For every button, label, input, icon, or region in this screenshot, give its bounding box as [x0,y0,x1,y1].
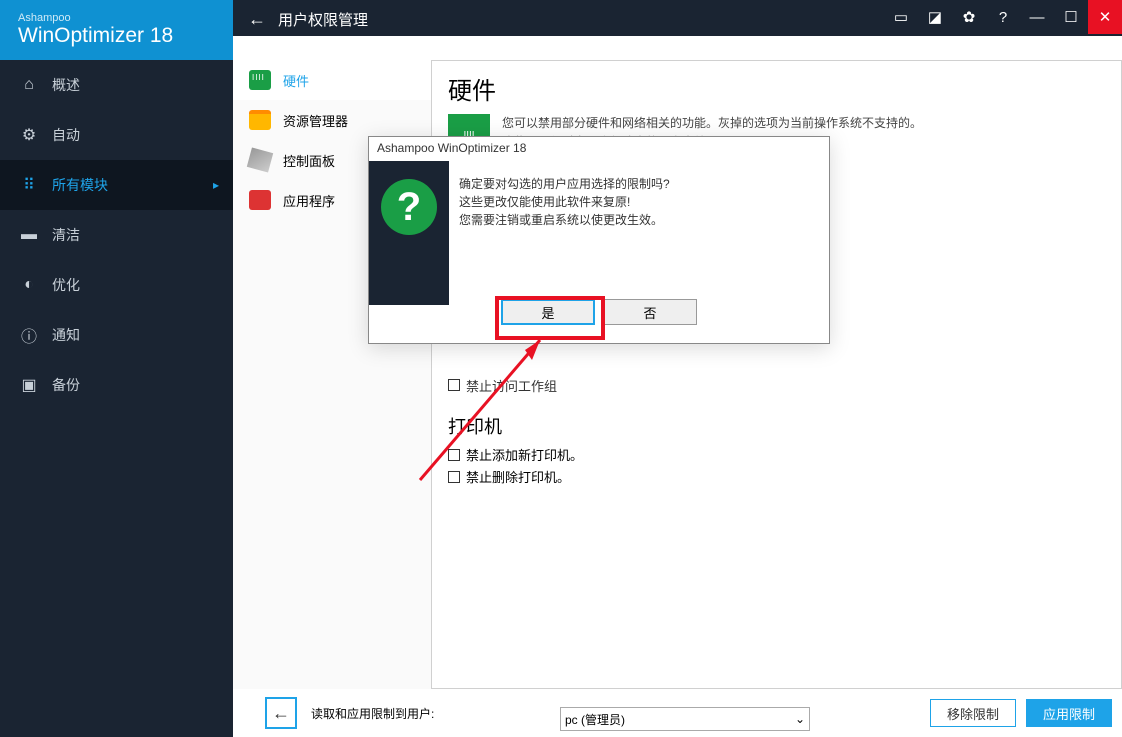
maximize-icon[interactable]: ☐ [1054,0,1088,34]
sidebar-item-optimize[interactable]: ◐ 优化 [0,260,233,310]
brand-area: Ashampoo WinOptimizer 18 [0,0,233,60]
subnav-item-label: 硬件 [283,71,309,90]
checkbox[interactable] [448,449,460,461]
checkbox[interactable] [448,471,460,483]
confirm-dialog: Ashampoo WinOptimizer 18 ? 确定要对勾选的用户应用选择… [368,136,830,344]
sidebar-item-label: 概述 [52,75,80,95]
sidebar-item-all-modules[interactable]: ⠿ 所有模块 [0,160,233,210]
help-icon[interactable]: ? [986,0,1020,34]
back-button[interactable]: ← [265,697,297,729]
gauge-icon: ◐ [20,276,38,294]
info-icon: ⓘ [20,326,38,344]
close-icon[interactable]: ✕ [1088,0,1122,34]
dialog-title: Ashampoo WinOptimizer 18 [369,137,829,161]
user-select[interactable]: pc (管理员) ⌄ [560,707,810,731]
sidebar: ⌂ 概述 ⚙ 自动 ⠿ 所有模块 ▬ 清洁 ◐ 优化 ⓘ 通知 ▣ 备份 [0,60,233,737]
subnav-item-label: 资源管理器 [283,111,348,130]
back-arrow-icon[interactable]: ← [248,9,266,30]
explorer-icon [249,110,271,130]
checkbox[interactable] [448,379,460,391]
home-icon: ⌂ [20,76,38,94]
question-icon: ? [381,179,437,235]
clean-icon: ▬ [20,226,38,244]
apply-limit-button[interactable]: 应用限制 [1026,699,1112,727]
note-icon[interactable]: ◪ [918,0,952,34]
sidebar-item-auto[interactable]: ⚙ 自动 [0,110,233,160]
dialog-no-button[interactable]: 否 [603,299,697,325]
auto-icon: ⚙ [20,126,38,144]
sidebar-item-label: 自动 [52,125,80,145]
apps-icon [249,190,271,210]
hardware-icon [249,70,271,90]
subnav-item-hardware[interactable]: 硬件 [233,60,431,100]
sidebar-item-notify[interactable]: ⓘ 通知 [0,310,233,360]
feedback-icon[interactable]: ▭ [884,0,918,34]
subnav-item-label: 控制面板 [283,151,335,170]
user-select-value: pc (管理员) [565,711,625,728]
subnav-item-explorer[interactable]: 资源管理器 [233,100,431,140]
option-workgroup: 禁止访问工作组 [466,376,557,395]
printer-heading: 打印机 [448,413,1101,439]
chevron-down-icon: ⌄ [795,712,805,726]
subnav-item-label: 应用程序 [283,191,335,210]
page-title: 用户权限管理 [278,9,368,30]
option-add-printer: 禁止添加新打印机。 [466,445,583,464]
control-panel-icon [247,147,273,172]
sidebar-item-clean[interactable]: ▬ 清洁 [0,210,233,260]
sidebar-item-overview[interactable]: ⌂ 概述 [0,60,233,110]
sidebar-item-label: 通知 [52,325,80,345]
sidebar-item-label: 备份 [52,375,80,395]
sidebar-item-label: 清洁 [52,225,80,245]
sidebar-item-label: 所有模块 [52,175,108,195]
dialog-text: 确定要对勾选的用户应用选择的限制吗? 这些更改仅能使用此软件来复原! 您需要注销… [449,161,680,305]
remove-limit-button[interactable]: 移除限制 [930,699,1016,727]
dialog-icon-area: ? [369,161,449,305]
modules-icon: ⠿ [20,176,38,194]
sidebar-item-backup[interactable]: ▣ 备份 [0,360,233,410]
user-label: 读取和应用限制到用户: [311,705,434,722]
content-heading: 硬件 [448,71,1101,106]
brand-small: Ashampoo [18,12,233,24]
dialog-yes-button[interactable]: 是 [501,299,595,325]
minimize-icon[interactable]: — [1020,0,1054,34]
backup-icon: ▣ [20,376,38,394]
bottom-bar: ← 读取和应用限制到用户: pc (管理员) ⌄ 移除限制 应用限制 [255,689,1122,737]
gear-icon[interactable]: ✿ [952,0,986,34]
brand-big: WinOptimizer 18 [18,24,233,48]
sidebar-item-label: 优化 [52,275,80,295]
option-delete-printer: 禁止删除打印机。 [466,467,570,486]
